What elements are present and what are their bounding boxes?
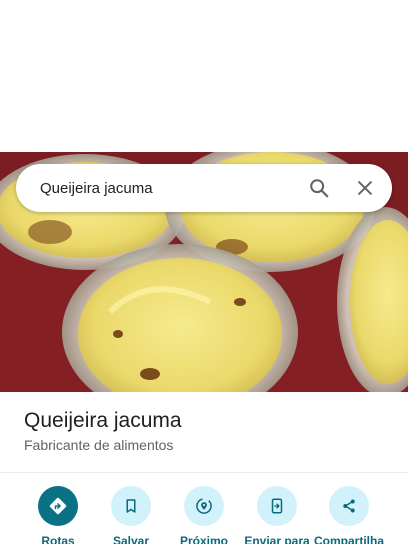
nearby-circle: [184, 486, 224, 526]
divider: [0, 472, 408, 473]
bookmark-icon: [126, 499, 136, 513]
save-button[interactable]: Salvar: [93, 486, 169, 544]
save-label: Salvar: [112, 534, 150, 544]
send-to-phone-button[interactable]: Enviar para: [239, 486, 315, 544]
save-circle: [111, 486, 151, 526]
close-icon: [358, 181, 372, 195]
directions-icon: [49, 497, 67, 515]
search-button[interactable]: [299, 168, 339, 208]
search-icon: [310, 179, 329, 198]
share-circle: [329, 486, 369, 526]
directions-button[interactable]: Rotas: [20, 486, 96, 544]
search-bar[interactable]: Queijeira jacuma: [16, 164, 392, 212]
directions-circle: [38, 486, 78, 526]
place-title: Queijeira jacuma: [24, 409, 182, 432]
action-bar: Rotas Salvar Próximo Enviar para Compart…: [0, 486, 408, 544]
nearby-button[interactable]: Próximo: [166, 486, 242, 544]
close-button[interactable]: [345, 168, 385, 208]
share-button[interactable]: Compartilha: [311, 486, 387, 544]
share-label: Compartilha: [313, 534, 384, 544]
map-blank-area: [0, 0, 408, 152]
nearby-icon: [196, 498, 212, 514]
send-to-phone-circle: [257, 486, 297, 526]
directions-label: Rotas: [41, 534, 75, 544]
search-query[interactable]: Queijeira jacuma: [40, 180, 299, 197]
nearby-label: Próximo: [179, 534, 228, 544]
send-to-phone-icon: [271, 498, 283, 514]
place-category: Fabricante de alimentos: [24, 437, 174, 453]
share-icon: [343, 499, 355, 513]
send-to-phone-label: Enviar para: [244, 534, 310, 544]
